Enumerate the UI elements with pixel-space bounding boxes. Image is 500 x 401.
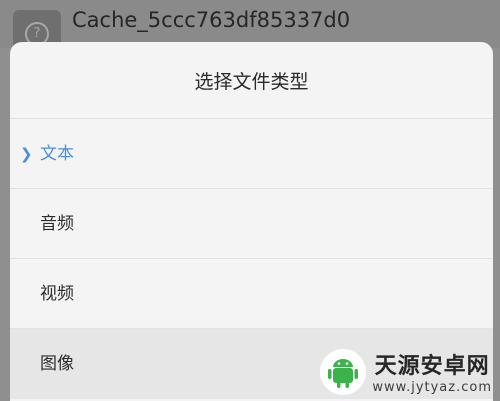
option-text[interactable]: ❯ 文本 bbox=[10, 119, 493, 189]
android-logo-icon bbox=[320, 348, 367, 395]
option-text-label: 文本 bbox=[40, 144, 74, 164]
option-audio-label: 音频 bbox=[40, 214, 74, 234]
option-image-label: 图像 bbox=[40, 354, 74, 374]
watermark-title: 天源安卓网 bbox=[374, 354, 490, 379]
watermark-text: 天源安卓网 www.jytyaz.com bbox=[372, 348, 492, 395]
background-file-row: ? Cache_5ccc763df85337d0 bbox=[0, 0, 500, 58]
site-watermark: 天源安卓网 www.jytyaz.com bbox=[320, 348, 492, 395]
option-audio[interactable]: 音频 bbox=[10, 189, 493, 259]
option-video-label: 视频 bbox=[40, 284, 74, 304]
chevron-right-icon: ❯ bbox=[20, 145, 33, 163]
watermark-url: www.jytyaz.com bbox=[372, 380, 492, 395]
background-file-name: Cache_5ccc763df85337d0 bbox=[72, 8, 351, 32]
dialog-title: 选择文件类型 bbox=[10, 42, 493, 119]
option-video[interactable]: 视频 bbox=[10, 259, 493, 329]
